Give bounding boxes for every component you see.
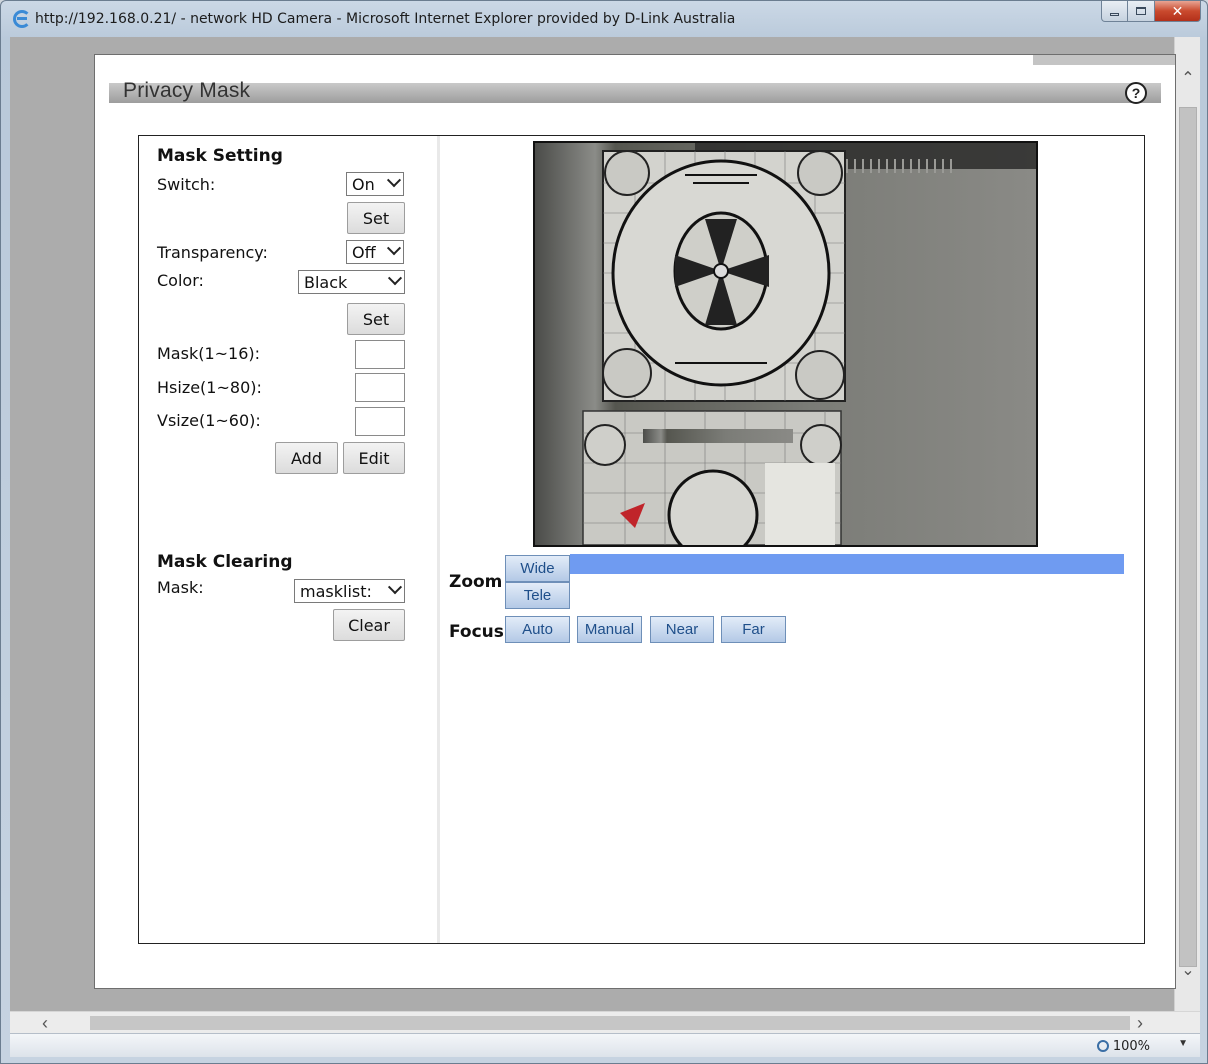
maximize-button[interactable]: [1128, 1, 1155, 22]
settings-panel: Mask Setting Switch: On Set Transparency…: [148, 136, 440, 943]
zoom-tele-button[interactable]: Tele: [505, 582, 570, 609]
chevron-down-icon: [387, 580, 403, 595]
vertical-scroll-thumb[interactable]: [1179, 107, 1197, 967]
color-select[interactable]: Black: [298, 270, 405, 294]
horizontal-scrollbar[interactable]: ‹ ›: [10, 1011, 1200, 1033]
zoom-level[interactable]: 100%: [1096, 1036, 1150, 1056]
minimize-icon: [1110, 12, 1119, 16]
privacy-mask-panel: Privacy Mask ? Mask Setting Switch: On S…: [94, 54, 1176, 989]
close-button[interactable]: ✕: [1155, 1, 1201, 22]
vsize-label: Vsize(1~60):: [157, 411, 261, 430]
help-icon[interactable]: ?: [1125, 82, 1147, 104]
content-frame: Mask Setting Switch: On Set Transparency…: [138, 135, 1145, 944]
clear-mask-button[interactable]: Clear: [333, 609, 405, 641]
hsize-label: Hsize(1~80):: [157, 378, 262, 397]
color-select-value: Black: [304, 272, 348, 292]
vsize-input[interactable]: [355, 407, 405, 436]
zoom-wide-button[interactable]: Wide: [505, 555, 570, 582]
chevron-down-icon: [386, 173, 402, 188]
camera-panel: Zoom Wide Tele Focus Auto Manual Near Fa…: [443, 136, 1136, 943]
page-title: Privacy Mask: [123, 79, 251, 102]
title-bar: http://192.168.0.21/ - network HD Camera…: [1, 1, 1207, 37]
transparency-select-value: Off: [352, 242, 376, 262]
mask-list-select-value: masklist:: [300, 581, 372, 601]
chevron-down-icon: [387, 271, 403, 286]
switch-select-value: On: [352, 174, 375, 194]
status-bar: 100% ▼: [10, 1033, 1200, 1057]
close-icon: ✕: [1171, 2, 1184, 19]
focus-far-button[interactable]: Far: [721, 616, 786, 643]
mask-clear-label: Mask:: [157, 578, 204, 597]
zoom-value: 100%: [1112, 1038, 1150, 1054]
color-set-button[interactable]: Set: [347, 303, 405, 335]
minimize-button[interactable]: [1101, 1, 1128, 22]
color-label: Color:: [157, 271, 204, 290]
ie-icon: [13, 10, 31, 28]
add-mask-button[interactable]: Add: [275, 442, 338, 474]
switch-label: Switch:: [157, 175, 216, 194]
scroll-down-icon[interactable]: ⌄: [1175, 957, 1201, 983]
zoom-icon: [1096, 1040, 1109, 1052]
caption-buttons: ✕: [1101, 1, 1201, 22]
browser-window: http://192.168.0.21/ - network HD Camera…: [0, 0, 1208, 1064]
mask-clearing-title: Mask Clearing: [157, 552, 293, 572]
header-bar: [109, 83, 1161, 103]
chevron-down-icon: [386, 241, 402, 256]
zoom-position-bar[interactable]: [570, 554, 1124, 574]
camera-view[interactable]: [533, 141, 1038, 547]
mask-list-select[interactable]: masklist:: [294, 579, 405, 603]
scroll-left-icon[interactable]: ‹: [30, 1012, 60, 1034]
switch-set-button[interactable]: Set: [347, 202, 405, 234]
edit-mask-button[interactable]: Edit: [343, 442, 405, 474]
focus-manual-button[interactable]: Manual: [577, 616, 642, 643]
scroll-right-icon[interactable]: ›: [1125, 1012, 1155, 1034]
window-title: http://192.168.0.21/ - network HD Camera…: [35, 11, 736, 27]
horizontal-scroll-thumb[interactable]: [90, 1016, 1130, 1030]
mask-number-input[interactable]: [355, 340, 405, 369]
switch-select[interactable]: On: [346, 172, 404, 196]
hsize-input[interactable]: [355, 373, 405, 402]
transparency-label: Transparency:: [157, 243, 268, 262]
vertical-scrollbar[interactable]: ⌃ ⌄: [1174, 37, 1200, 1011]
scroll-up-icon[interactable]: ⌃: [1175, 65, 1201, 91]
zoom-label: Zoom: [449, 572, 503, 592]
focus-auto-button[interactable]: Auto: [505, 616, 570, 643]
transparency-select[interactable]: Off: [346, 240, 404, 264]
mask-setting-title: Mask Setting: [157, 146, 283, 166]
focus-label: Focus: [449, 622, 504, 642]
focus-near-button[interactable]: Near: [650, 616, 714, 643]
zoom-dropdown-icon[interactable]: ▼: [1178, 1038, 1188, 1049]
panel-top-strip: [1033, 55, 1175, 65]
mask-number-label: Mask(1~16):: [157, 344, 261, 363]
maximize-icon: [1136, 7, 1146, 15]
camera-image: [535, 143, 1036, 545]
